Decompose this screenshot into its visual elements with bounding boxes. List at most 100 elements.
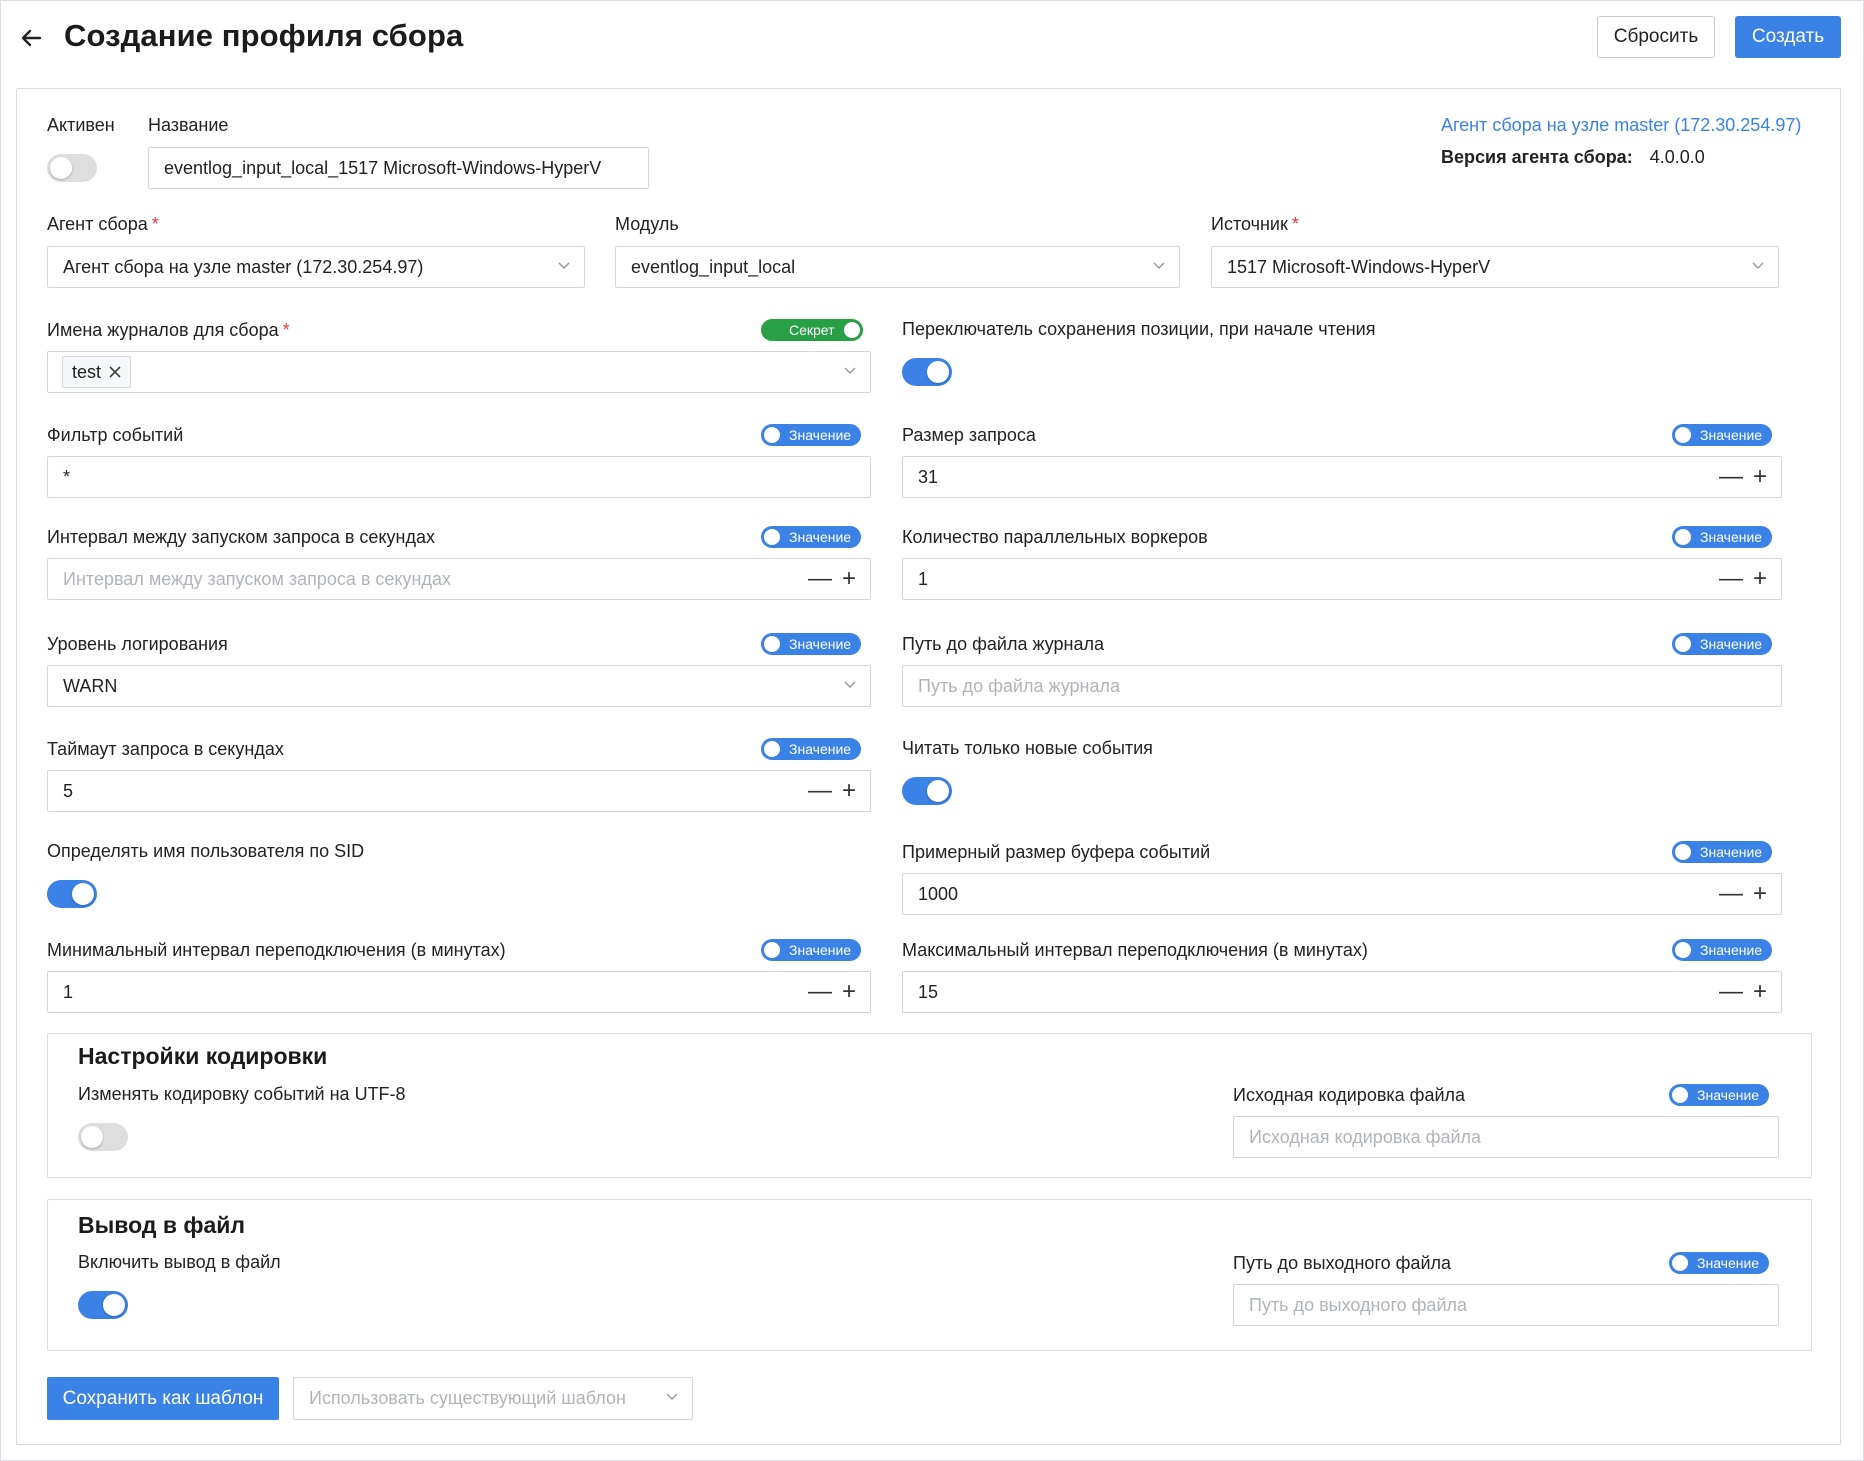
new-only-toggle[interactable] [902, 777, 952, 805]
save-pos-label: Переключатель сохранения позиции, при на… [902, 319, 1376, 339]
minus-icon[interactable]: — [1719, 465, 1745, 489]
req-size-input-value: 31 [918, 466, 939, 487]
buffer-input[interactable]: 1000 — + [902, 873, 1782, 915]
journals-select[interactable] [47, 351, 871, 393]
value-toggle-label: Значение [1697, 1087, 1760, 1103]
stepper[interactable]: — + [808, 980, 858, 1004]
workers-label: Количество параллельных воркеров [902, 527, 1208, 547]
stepper[interactable]: — + [1719, 465, 1769, 489]
stepper[interactable]: — + [1719, 980, 1769, 1004]
name-label: Название [148, 115, 229, 135]
agent-select-label: Агент сбора * [47, 214, 159, 234]
minus-icon[interactable]: — [1719, 882, 1745, 906]
chevron-down-icon [558, 262, 570, 270]
reset-button[interactable]: Сбросить [1597, 16, 1715, 58]
output-path-value-toggle[interactable]: Значение [1669, 1252, 1770, 1274]
value-toggle-label: Значение [1700, 636, 1763, 652]
output-enable-toggle[interactable] [78, 1291, 128, 1319]
back-arrow-icon[interactable] [18, 24, 46, 52]
plus-icon[interactable]: + [842, 980, 858, 1004]
minus-icon[interactable]: — [808, 567, 834, 591]
use-template-select[interactable]: Использовать существующий шаблон [293, 1377, 693, 1420]
stepper[interactable]: — + [808, 779, 858, 803]
utf8-toggle[interactable] [78, 1123, 128, 1151]
agent-version: Версия агента сбора: 4.0.0.0 [1441, 147, 1705, 168]
name-input[interactable]: eventlog_input_local_1517 Microsoft-Wind… [148, 147, 649, 189]
minus-icon[interactable]: — [1719, 567, 1745, 591]
buffer-value-toggle[interactable]: Значение [1672, 841, 1773, 863]
create-button[interactable]: Создать [1735, 16, 1841, 58]
active-toggle[interactable] [47, 154, 97, 182]
log-path-label: Путь до файла журнала [902, 634, 1104, 654]
min-reconnect-value-toggle[interactable]: Значение [761, 939, 862, 961]
value-toggle-label: Значение [789, 942, 852, 958]
chevron-down-icon [1153, 262, 1165, 270]
src-encoding-value-toggle[interactable]: Значение [1669, 1084, 1770, 1106]
stepper[interactable]: — + [808, 567, 858, 591]
chevron-down-icon [844, 681, 856, 689]
max-reconnect-input[interactable]: 15 — + [902, 971, 1782, 1013]
filter-input-value: * [63, 466, 71, 487]
agent-link[interactable]: Агент сбора на узле master (172.30.254.9… [1441, 115, 1801, 136]
filter-value-toggle[interactable]: Значение [761, 424, 862, 446]
plus-icon[interactable]: + [1753, 882, 1769, 906]
minus-icon[interactable]: — [808, 779, 834, 803]
stepper[interactable]: — + [1719, 567, 1769, 591]
output-enable-label: Включить вывод в файл [78, 1252, 281, 1272]
max-reconnect-label: Максимальный интервал переподключения (в… [902, 940, 1368, 960]
value-toggle-label: Значение [1700, 844, 1763, 860]
source-select[interactable]: 1517 Microsoft-Windows-HyperV [1211, 246, 1779, 288]
close-icon[interactable] [109, 366, 121, 378]
save-template-button[interactable]: Сохранить как шаблон [47, 1377, 279, 1420]
log-path-input[interactable]: Путь до файла журнала [902, 665, 1782, 707]
secret-toggle[interactable]: Секрет [761, 319, 863, 341]
plus-icon[interactable]: + [842, 567, 858, 591]
value-toggle-label: Значение [1700, 529, 1763, 545]
max-reconnect-value-toggle[interactable]: Значение [1672, 939, 1773, 961]
interval-value-toggle[interactable]: Значение [761, 526, 862, 548]
agent-select[interactable]: Агент сбора на узле master (172.30.254.9… [47, 246, 585, 288]
filter-input[interactable]: * [47, 456, 871, 498]
timeout-value-toggle[interactable]: Значение [761, 738, 862, 760]
output-title: Вывод в файл [78, 1212, 246, 1238]
log-path-value-toggle[interactable]: Значение [1672, 633, 1773, 655]
secret-toggle-label: Секрет [789, 322, 835, 338]
output-path-input[interactable]: Путь до выходного файла [1233, 1284, 1779, 1326]
log-level-value-toggle[interactable]: Значение [761, 633, 862, 655]
source-select-label: Источник * [1211, 214, 1299, 234]
plus-icon[interactable]: + [1753, 567, 1769, 591]
workers-input[interactable]: 1 — + [902, 558, 1782, 600]
stepper[interactable]: — + [1719, 882, 1769, 906]
plus-icon[interactable]: + [1753, 465, 1769, 489]
output-path-label: Путь до выходного файла [1233, 1253, 1452, 1273]
module-select-label: Модуль [615, 214, 679, 234]
interval-label: Интервал между запуском запроса в секунд… [47, 527, 435, 547]
min-reconnect-input[interactable]: 1 — + [47, 971, 871, 1013]
timeout-input[interactable]: 5 — + [47, 770, 871, 812]
buffer-label: Примерный размер буфера событий [902, 842, 1211, 862]
log-level-select[interactable]: WARN [47, 665, 871, 707]
log-level-label: Уровень логирования [47, 634, 228, 654]
interval-input[interactable]: Интервал между запуском запроса в секунд… [47, 558, 871, 600]
encoding-title: Настройки кодировки [78, 1043, 328, 1069]
chevron-down-icon [666, 1393, 678, 1401]
save-pos-toggle[interactable] [902, 358, 952, 386]
src-encoding-input-placeholder: Исходная кодировка файла [1249, 1126, 1482, 1147]
journals-label: Имена журналов для сбора * [47, 320, 290, 340]
plus-icon[interactable]: + [842, 779, 858, 803]
minus-icon[interactable]: — [808, 980, 834, 1004]
log-level-select-value: WARN [63, 675, 118, 696]
chevron-down-icon [1752, 262, 1764, 270]
workers-value-toggle[interactable]: Значение [1672, 526, 1773, 548]
sid-toggle[interactable] [47, 880, 97, 908]
req-size-input[interactable]: 31 — + [902, 456, 1782, 498]
req-size-value-toggle[interactable]: Значение [1672, 424, 1773, 446]
module-select[interactable]: eventlog_input_local [615, 246, 1180, 288]
filter-label: Фильтр событий [47, 425, 184, 445]
source-select-value: 1517 Microsoft-Windows-HyperV [1227, 256, 1491, 277]
minus-icon[interactable]: — [1719, 980, 1745, 1004]
req-size-label: Размер запроса [902, 425, 1036, 445]
plus-icon[interactable]: + [1753, 980, 1769, 1004]
src-encoding-input[interactable]: Исходная кодировка файла [1233, 1116, 1779, 1158]
agent-version-label: Версия агента сбора: [1441, 147, 1633, 167]
